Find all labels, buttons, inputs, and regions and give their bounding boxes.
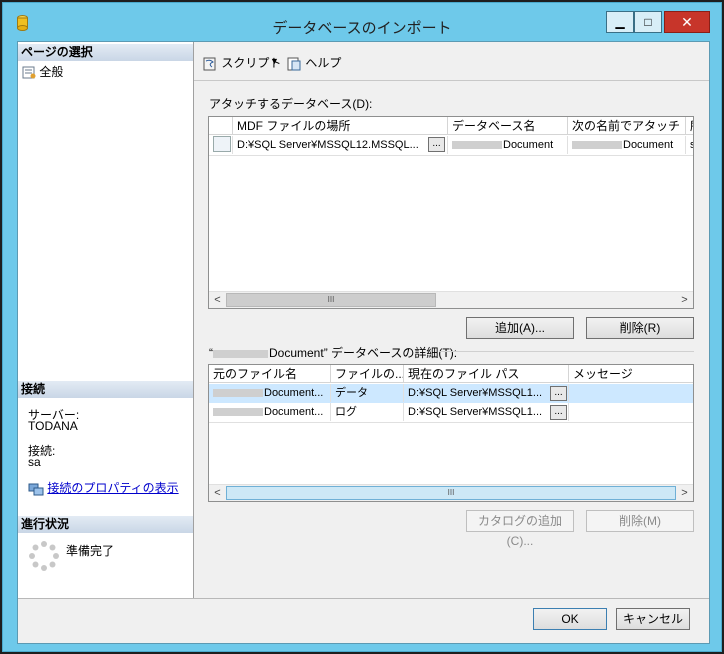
scroll-right-arrow[interactable]: > [676,485,693,501]
original-file-text: Document... [264,387,324,399]
add-catalog-button[interactable]: カタログの追加(C)... [466,510,574,548]
cell-message[interactable] [569,384,693,402]
page-general-item[interactable]: 全般 [22,63,63,80]
minimize-button[interactable]: ▁ [606,11,634,33]
mdf-location-text: D:¥SQL Server¥MSSQL12.MSSQL... [237,139,419,151]
cell-file-type[interactable]: データ [331,384,404,402]
col-mdf-location[interactable]: MDF ファイルの場所 [233,117,448,135]
progress-header: 進行状況 [18,516,193,533]
redacted-block [452,141,502,150]
attach-grid-hscrollbar[interactable]: < III > [209,291,693,308]
view-connection-properties-link[interactable]: 接続のプロパティの表示 [47,481,178,495]
table-row[interactable]: D:¥SQL Server¥MSSQL12.MSSQL... ... Docum… [209,135,693,156]
scroll-right-arrow[interactable]: > [676,292,693,308]
col-attach-as[interactable]: 次の名前でアタッチ [568,117,686,135]
help-icon [287,57,301,71]
left-pane: ページの選択 全般 接続 サーバー: TODANA 接続: sa 接続のプロパテ… [18,42,194,598]
attach-databases-grid[interactable]: MDF ファイルの場所 データベース名 次の名前でアタッチ 所 D:¥SQL S… [208,116,694,309]
connection-header: 接続 [18,381,193,398]
details-label: “Document” データベースの詳細(T): [209,344,457,361]
progress-status: 準備完了 [66,544,115,558]
cell-message[interactable] [569,403,693,421]
script-icon [203,57,216,71]
dialog-footer: OK キャンセル [18,598,709,644]
redacted-block [213,408,263,417]
server-value: TODANA [28,419,78,433]
col-current-file-path[interactable]: 現在のファイル パス [404,365,569,383]
database-name-text: Document [503,139,554,151]
remove-database-button[interactable]: 削除(R) [586,317,694,339]
add-database-button[interactable]: 追加(A)... [466,317,574,339]
progress-spinner-icon [28,540,60,575]
redacted-block [213,389,263,398]
details-db-name: Document [269,346,324,360]
select-page-header: ページの選択 [18,44,193,61]
scroll-left-arrow[interactable]: < [209,292,226,308]
cell-database-name[interactable]: Document [448,136,568,154]
cancel-button[interactable]: キャンセル [616,608,690,630]
browse-path-button[interactable]: ... [550,405,567,420]
col-database-name[interactable]: データベース名 [448,117,568,135]
attach-databases-label: アタッチするデータベース(D): [209,97,373,111]
details-grid-hscrollbar[interactable]: < III > [209,484,693,501]
right-pane: スクリプト ▼ ヘルプ アタッチするデータベース(D): MDF ファイルの場所… [194,42,709,598]
cell-owner[interactable]: s [686,136,693,154]
col-message[interactable]: メッセージ [569,365,693,383]
page-general-label: 全般 [39,65,64,79]
connection-properties-icon [28,483,44,496]
help-label: ヘルプ [305,56,342,70]
cell-original-file[interactable]: Document... [209,384,331,402]
help-button[interactable]: ヘルプ [286,54,341,71]
page-icon [22,66,36,79]
dialog-client: ページの選択 全般 接続 サーバー: TODANA 接続: sa 接続のプロパテ… [17,41,710,644]
col-file-type[interactable]: ファイルの... [331,365,404,383]
maximize-button[interactable]: □ [634,11,662,33]
remove-file-button[interactable]: 削除(M) [586,510,694,532]
details-label-rest: ” データベースの詳細(T): [323,346,458,360]
cell-mdf-location[interactable]: D:¥SQL Server¥MSSQL12.MSSQL... [233,136,448,154]
table-row[interactable]: Document... ログ D:¥SQL Server¥MSSQL1... .… [209,403,693,423]
cell-original-file[interactable]: Document... [209,403,331,421]
scroll-left-arrow[interactable]: < [209,485,226,501]
scroll-thumb[interactable]: III [226,293,436,307]
table-row[interactable]: Document... データ D:¥SQL Server¥MSSQL1... … [209,384,693,403]
redacted-block [572,141,622,150]
title-bar[interactable]: データベースのインポート ▁ □ ✕ [3,3,721,39]
toolbar: スクリプト ▼ ヘルプ [194,42,709,81]
scroll-thumb[interactable]: III [226,486,676,500]
browse-mdf-button[interactable]: ... [428,137,445,152]
original-file-text: Document... [264,406,324,418]
cell-file-type[interactable]: ログ [331,403,404,421]
import-database-window: データベースのインポート ▁ □ ✕ ページの選択 全般 接続 サーバー: TO… [2,2,722,652]
connection-value: sa [28,455,41,469]
browse-path-button[interactable]: ... [550,386,567,401]
database-details-grid[interactable]: 元のファイル名 ファイルの... 現在のファイル パス メッセージ Docume… [208,364,694,502]
redacted-block [213,349,268,358]
cell-current-path[interactable]: D:¥SQL Server¥MSSQL1... [404,403,569,421]
col-owner[interactable]: 所 [686,117,693,135]
script-dropdown-icon[interactable]: ▼ [270,56,279,66]
attach-as-text: Document [623,139,674,151]
cell-current-path[interactable]: D:¥SQL Server¥MSSQL1... [404,384,569,402]
col-original-file-name[interactable]: 元のファイル名 [209,365,331,383]
grid-rowheader-corner [209,117,233,135]
details-separator [439,351,694,352]
close-button[interactable]: ✕ [664,11,710,33]
row-selector[interactable] [209,136,233,154]
cell-attach-as[interactable]: Document [568,136,686,154]
ok-button[interactable]: OK [533,608,607,630]
view-connection-properties[interactable]: 接続のプロパティの表示 [28,479,179,496]
